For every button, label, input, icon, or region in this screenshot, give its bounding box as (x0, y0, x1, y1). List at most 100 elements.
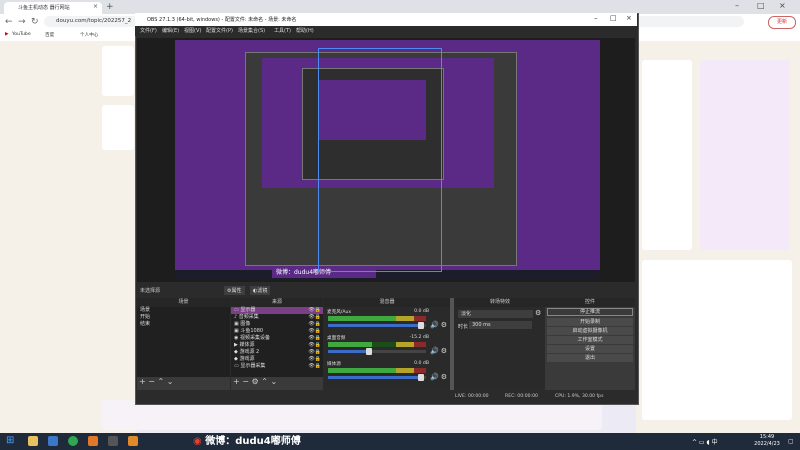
menu-profile[interactable]: 配置文件(P) (206, 27, 233, 34)
notification-icon[interactable]: ▢ (788, 438, 794, 445)
add-icon[interactable]: + (233, 377, 240, 386)
volume-knob[interactable] (418, 374, 424, 381)
visibility-lock-icons[interactable]: 👁🔒 (308, 328, 321, 335)
speaker-icon[interactable]: 🔊 (430, 373, 439, 381)
channel-label: 麦克风/Aux (327, 310, 352, 315)
exit-button[interactable]: 退出 (547, 354, 633, 362)
scenes-header: 场景 (137, 298, 230, 307)
source-item[interactable]: ▭ 显示器采集 👁🔒 (231, 363, 323, 370)
minimize-icon[interactable]: – (735, 1, 739, 10)
properties-button[interactable]: ⚙属性 (224, 286, 245, 295)
weibo-icon: ◉ (193, 436, 202, 447)
visibility-lock-icons[interactable]: 👁🔒 (308, 321, 321, 328)
obs-maximize-icon[interactable]: □ (610, 14, 617, 22)
gear-icon[interactable]: ⚙ (252, 377, 259, 386)
volume-slider[interactable] (328, 348, 426, 355)
menu-file[interactable]: 文件(F) (140, 27, 157, 34)
transitions-header: 转场特效 (455, 298, 545, 307)
windows-start-icon[interactable]: ⊞ (6, 435, 14, 446)
filters-button[interactable]: ◐滤镜 (250, 286, 271, 295)
move-up-icon[interactable]: ⌃ (158, 377, 165, 386)
volume-fill (328, 350, 369, 353)
app-icon[interactable] (48, 436, 58, 446)
volume-slider[interactable] (328, 322, 426, 329)
studio-mode-button[interactable]: 工作室模式 (547, 336, 633, 344)
obs-minimize-icon[interactable]: – (594, 14, 598, 22)
gear-icon[interactable]: ⚙ (441, 373, 447, 381)
browser-tab[interactable]: 斗鱼主机动态 器行网站 × (4, 2, 102, 14)
source-selection-box[interactable] (318, 48, 442, 272)
maximize-icon[interactable]: □ (757, 1, 765, 10)
volume-knob[interactable] (418, 322, 424, 329)
volume-knob[interactable] (366, 348, 372, 355)
menu-view[interactable]: 视图(V) (184, 27, 201, 34)
scenes-dock: 场景 场景 开始 结束 + − ⌃ ⌄ (137, 298, 230, 390)
menu-scene-collection[interactable]: 场景集合(S) (238, 27, 265, 34)
volume-slider[interactable] (328, 374, 426, 381)
stop-streaming-button[interactable]: 停止推流 (547, 308, 633, 316)
source-item[interactable]: ◉ 视频采集设备 👁🔒 (231, 335, 323, 342)
visibility-lock-icons[interactable]: 👁🔒 (308, 356, 321, 363)
browser-tab-bar (0, 0, 800, 14)
tray-icons[interactable]: ^ ▭ ◖ 中 (692, 437, 718, 446)
forward-icon[interactable]: → (18, 17, 26, 27)
gear-icon[interactable]: ⚙ (441, 347, 447, 355)
cpu-status: CPU: 1.9%, 30.00 fps (555, 394, 604, 399)
source-item[interactable]: ◆ 游戏源 👁🔒 (231, 356, 323, 363)
app-icon[interactable] (88, 436, 98, 446)
visibility-lock-icons[interactable]: 👁🔒 (308, 314, 321, 321)
visibility-lock-icons[interactable]: 👁🔒 (308, 363, 321, 370)
move-up-icon[interactable]: ⌃ (261, 377, 268, 386)
close-window-icon[interactable]: × (779, 1, 786, 10)
reload-icon[interactable]: ↻ (31, 17, 39, 27)
bookmark-baidu[interactable]: 百度 (45, 32, 54, 38)
menu-help[interactable]: 帮助(H) (296, 27, 314, 34)
speaker-icon[interactable]: 🔊 (430, 347, 439, 355)
source-item[interactable]: ▣ 图像 👁🔒 (231, 321, 323, 328)
visibility-lock-icons[interactable]: 👁🔒 (308, 349, 321, 356)
visibility-lock-icons[interactable]: 👁🔒 (308, 307, 321, 314)
menu-edit[interactable]: 编辑(E) (162, 27, 179, 34)
new-tab-icon[interactable]: + (106, 2, 114, 12)
gear-icon[interactable]: ⚙ (535, 309, 541, 317)
menu-tools[interactable]: 工具(T) (274, 27, 291, 34)
meter-level (328, 368, 402, 373)
visibility-lock-icons[interactable]: 👁🔒 (308, 342, 321, 349)
volume-meter (328, 368, 426, 373)
file-explorer-icon[interactable] (28, 436, 38, 446)
mixer-channel: 麦克风/Aux 0.0 dB 🔊 ⚙ (326, 309, 447, 333)
source-item[interactable]: ▣ 斗鱼1080 👁🔒 (231, 328, 323, 335)
remove-icon[interactable]: − (148, 377, 155, 386)
settings-button[interactable]: 设置 (547, 345, 633, 353)
move-down-icon[interactable]: ⌄ (270, 377, 277, 386)
scene-item[interactable]: 场景 (137, 307, 230, 314)
obs-close-icon[interactable]: × (626, 14, 632, 22)
update-button[interactable]: 更新 (768, 16, 796, 29)
scene-item[interactable]: 开始 (137, 314, 230, 321)
mixer-channel: 桌面音频 -15.2 dB 🔊 ⚙ (326, 335, 447, 359)
source-item[interactable]: ▶ 媒体源 👁🔒 (231, 342, 323, 349)
speaker-icon[interactable]: 🔊 (430, 321, 439, 329)
duration-input[interactable]: 300 ms (469, 321, 532, 329)
scene-item[interactable]: 结束 (137, 321, 230, 328)
back-icon[interactable]: ← (5, 17, 13, 27)
virtual-camera-button[interactable]: 启动虚拟摄像机 (547, 327, 633, 335)
source-item[interactable]: ◆ 游戏源 2 👁🔒 (231, 349, 323, 356)
source-item[interactable]: ▭ 显示器 👁🔒 (231, 307, 323, 314)
mixer-scrollbar[interactable] (450, 298, 454, 390)
taskbar-clock[interactable]: 15:49 2022/4/23 (752, 434, 782, 448)
obs-taskbar-icon[interactable] (108, 436, 118, 446)
move-down-icon[interactable]: ⌄ (167, 377, 174, 386)
remove-icon[interactable]: − (242, 377, 249, 386)
start-recording-button[interactable]: 开始录制 (547, 318, 633, 326)
transition-select[interactable]: 淡化 (458, 310, 533, 318)
visibility-lock-icons[interactable]: 👁🔒 (308, 335, 321, 342)
bookmark-youtube[interactable]: YouTube (12, 32, 31, 37)
close-tab-icon[interactable]: × (93, 3, 98, 10)
source-item[interactable]: ♪ 音频采集 👁🔒 (231, 314, 323, 321)
chrome-icon[interactable] (68, 436, 78, 446)
app-icon[interactable] (128, 436, 138, 446)
bookmark-personal[interactable]: 个人中心 (80, 32, 98, 38)
add-icon[interactable]: + (139, 377, 146, 386)
gear-icon[interactable]: ⚙ (441, 321, 447, 329)
